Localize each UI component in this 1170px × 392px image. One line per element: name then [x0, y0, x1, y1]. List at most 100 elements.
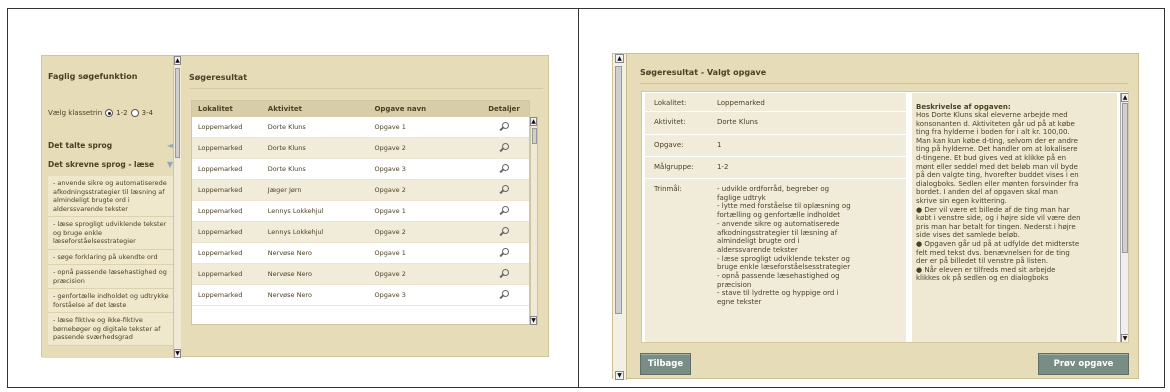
table-scrollbar[interactable]: ▲ ▼: [530, 117, 538, 325]
cell-opgave: Opgave 1: [374, 249, 406, 257]
results-table: Lokalitet Aktivitet Opgave navn Detaljer…: [191, 100, 530, 325]
cell-aktivitet: Jæger Jørn: [267, 186, 302, 194]
cell-opgave: Opgave 2: [374, 144, 406, 152]
scroll-up-button[interactable]: ▲: [615, 54, 624, 63]
field-key: Målgruppe:: [654, 163, 694, 171]
cell-lokalitet: Loppemarked: [198, 291, 243, 299]
scroll-up-button[interactable]: ▲: [530, 117, 537, 126]
page-scrollbar[interactable]: ▲ ▼: [613, 54, 627, 380]
cell-lokalitet: Loppemarked: [198, 249, 243, 257]
table-row[interactable]: Loppemarked Nervøse Nero Opgave 3: [192, 285, 529, 306]
cell-opgave: Opgave 2: [374, 270, 406, 278]
goal-item[interactable]: - læse sprogligt udviklende tekster og b…: [48, 217, 173, 250]
scroll-down-button[interactable]: ▼: [615, 371, 624, 380]
magnifier-icon[interactable]: [500, 289, 509, 299]
col-lokalitet: Lokalitet: [198, 105, 233, 113]
goal-item[interactable]: - genfortælle indholdet og udtrykke fors…: [48, 289, 173, 313]
table-row[interactable]: Loppemarked Jæger Jørn Opgave 2: [192, 180, 529, 201]
field-key: Trinmål:: [654, 185, 682, 193]
table-row[interactable]: Loppemarked Lennys Lokkehjul Opgave 2: [192, 222, 529, 243]
scroll-up-button[interactable]: ▲: [1121, 93, 1128, 102]
search-sidebar: Faglig søgefunktion Vælg klassetrin 1-2 …: [42, 56, 181, 358]
description-scrollbar[interactable]: ▲ ▼: [1120, 93, 1128, 342]
scroll-up-button[interactable]: ▲: [174, 56, 181, 65]
klassetrin-selector: Vælg klassetrin 1-2 3-4: [48, 98, 173, 128]
magnifier-icon[interactable]: [500, 247, 509, 257]
goal-item[interactable]: - læse fiktive og ikke-fiktive børnebøge…: [48, 313, 173, 346]
field-row: Trinmål: - udvikle ordforråd, begreber og…: [645, 179, 906, 342]
field-row: Aktivitet: Dorte Kluns: [645, 112, 906, 135]
cell-opgave: Opgave 2: [374, 186, 406, 194]
task-detail-screen: ▲ ▼ Søgeresultat - Valgt opgave Lokalite…: [612, 53, 1139, 380]
section-det-skrevne-sprog[interactable]: Det skrevne sprog - læse ▼: [48, 155, 173, 174]
scroll-thumb[interactable]: [1122, 103, 1128, 253]
scroll-thumb[interactable]: [615, 66, 622, 314]
sidebar-title: Faglig søgefunktion: [48, 72, 138, 81]
task-fields: Lokalitet: Loppemarked Aktivitet: Dorte Kl…: [645, 93, 906, 342]
results-title: Søgeresultat: [189, 73, 248, 82]
field-value: 1-2: [717, 163, 729, 171]
cell-lokalitet: Loppemarked: [198, 186, 243, 194]
cell-lokalitet: Loppemarked: [198, 123, 243, 131]
section-label: Det talte sprog: [48, 141, 113, 150]
title-divider: [640, 83, 1128, 84]
radio-label-1-2: 1-2: [116, 109, 128, 117]
cell-aktivitet: Nervøse Nero: [267, 291, 312, 299]
scroll-down-button[interactable]: ▼: [1121, 334, 1128, 342]
magnifier-icon[interactable]: [500, 226, 509, 236]
field-row: Lokalitet: Loppemarked: [645, 93, 906, 112]
magnifier-icon[interactable]: [500, 268, 509, 278]
magnifier-icon[interactable]: [500, 142, 509, 152]
magnifier-icon[interactable]: [500, 184, 509, 194]
cell-opgave: Opgave 1: [374, 123, 406, 131]
goal-item[interactable]: - søge forklaring på ukendte ord: [48, 250, 173, 265]
col-detaljer: Detaljer: [488, 105, 520, 113]
goal-list: - anvende sikre og automatiserede afkodn…: [48, 176, 173, 346]
try-task-button[interactable]: Prøv opgave: [1038, 353, 1129, 375]
magnifier-icon[interactable]: [500, 121, 509, 131]
table-header: Lokalitet Aktivitet Opgave navn Detaljer: [192, 101, 529, 117]
search-screen: Faglig søgefunktion Vælg klassetrin 1-2 …: [41, 55, 549, 358]
sidebar-scrollbar[interactable]: ▲ ▼: [173, 56, 181, 358]
goal-item[interactable]: - anvende sikre og automatiserede afkodn…: [48, 176, 173, 217]
cell-lokalitet: Loppemarked: [198, 144, 243, 152]
cell-opgave: Opgave 3: [374, 165, 406, 173]
cell-aktivitet: Nervøse Nero: [267, 249, 312, 257]
table-row[interactable]: Loppemarked Dorte Kluns Opgave 1: [192, 117, 529, 138]
col-aktivitet: Aktivitet: [267, 105, 303, 113]
scroll-down-button[interactable]: ▼: [174, 349, 181, 358]
scroll-thumb[interactable]: [175, 68, 180, 158]
field-value: - udvikle ordforråd, begreber og faglige…: [717, 185, 851, 307]
cell-aktivitet: Dorte Kluns: [267, 123, 306, 131]
cell-aktivitet: Lennys Lokkehjul: [267, 207, 324, 215]
back-button[interactable]: Tilbage: [640, 353, 691, 375]
table-row[interactable]: Loppemarked Lennys Lokkehjul Opgave 1: [192, 201, 529, 222]
table-row[interactable]: Loppemarked Dorte Kluns Opgave 3: [192, 159, 529, 180]
cell-lokalitet: Loppemarked: [198, 228, 243, 236]
section-det-talte-sprog[interactable]: Det talte sprog ◄: [48, 136, 173, 155]
magnifier-icon[interactable]: [500, 163, 509, 173]
field-row: Opgave: 1: [645, 135, 906, 157]
description-text: Hos Dorte Kluns skal eleverne arbejde me…: [916, 111, 1081, 283]
cell-opgave: Opgave 3: [374, 291, 406, 299]
field-value: Dorte Kluns: [717, 118, 758, 126]
cell-aktivitet: Dorte Kluns: [267, 165, 306, 173]
cell-lokalitet: Loppemarked: [198, 270, 243, 278]
field-key: Opgave:: [654, 141, 684, 149]
scroll-thumb[interactable]: [532, 128, 537, 144]
field-key: Aktivitet:: [654, 118, 686, 126]
title-divider: [189, 88, 543, 89]
screen-divider: [578, 8, 579, 388]
table-row[interactable]: Loppemarked Nervøse Nero Opgave 2: [192, 264, 529, 285]
radio-klasse-1-2[interactable]: [105, 109, 114, 117]
scroll-down-button[interactable]: ▼: [530, 316, 537, 325]
task-details: Lokalitet: Loppemarked Aktivitet: Dorte Kl…: [641, 91, 1129, 343]
field-row: Målgruppe: 1-2: [645, 157, 906, 179]
table-row[interactable]: Loppemarked Dorte Kluns Opgave 2: [192, 138, 529, 159]
magnifier-icon[interactable]: [500, 205, 509, 215]
table-row[interactable]: Loppemarked Nervøse Nero Opgave 1: [192, 243, 529, 264]
goal-item[interactable]: - opnå passende læsehastighed og præcisi…: [48, 265, 173, 289]
section-label: Det skrevne sprog - læse: [48, 160, 155, 169]
results-panel: Søgeresultat Lokalitet Aktivitet Opgave …: [183, 56, 549, 358]
radio-klasse-3-4[interactable]: [130, 109, 139, 117]
